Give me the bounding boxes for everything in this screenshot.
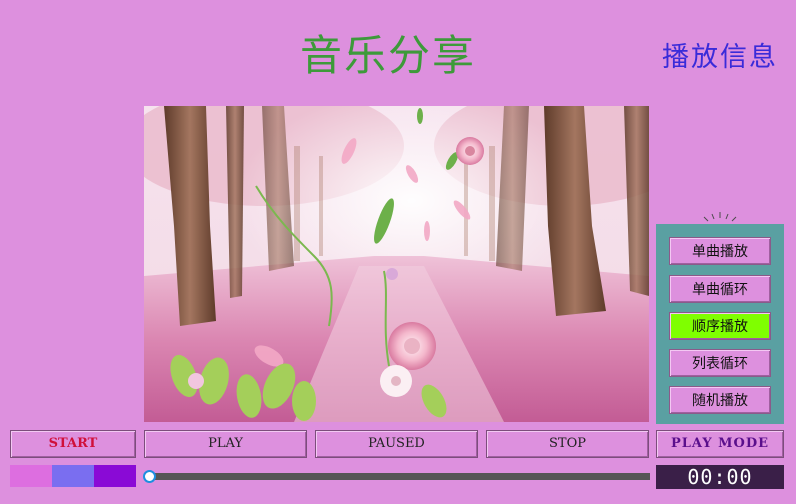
mode-list-loop-button[interactable]: 列表循环 [669, 349, 771, 377]
cover-image [144, 106, 649, 422]
pause-button[interactable]: PAUSED [315, 430, 478, 458]
sun-rays-icon [703, 212, 737, 222]
mode-single-play-button[interactable]: 单曲播放 [669, 237, 771, 265]
mode-shuffle-button[interactable]: 随机播放 [669, 386, 771, 414]
stop-button[interactable]: STOP [486, 430, 649, 458]
theme-swatch-blue[interactable] [52, 465, 94, 487]
mode-single-loop-button[interactable]: 单曲循环 [669, 275, 771, 303]
play-info-label[interactable]: 播放信息 [662, 38, 786, 78]
app-title: 音乐分享 [300, 31, 477, 80]
theme-swatch-pink[interactable] [10, 465, 52, 487]
start-button[interactable]: START [10, 430, 136, 458]
play-button[interactable]: PLAY [144, 430, 307, 458]
theme-swatches [10, 465, 136, 487]
play-mode-button[interactable]: PLAY MODE [656, 430, 784, 458]
progress-slider[interactable] [143, 470, 650, 483]
theme-swatch-purple[interactable] [94, 465, 136, 487]
progress-slider-handle[interactable] [143, 470, 156, 483]
time-display: 00:00 [656, 465, 784, 489]
mode-sequential-button[interactable]: 顺序播放 [669, 312, 771, 340]
